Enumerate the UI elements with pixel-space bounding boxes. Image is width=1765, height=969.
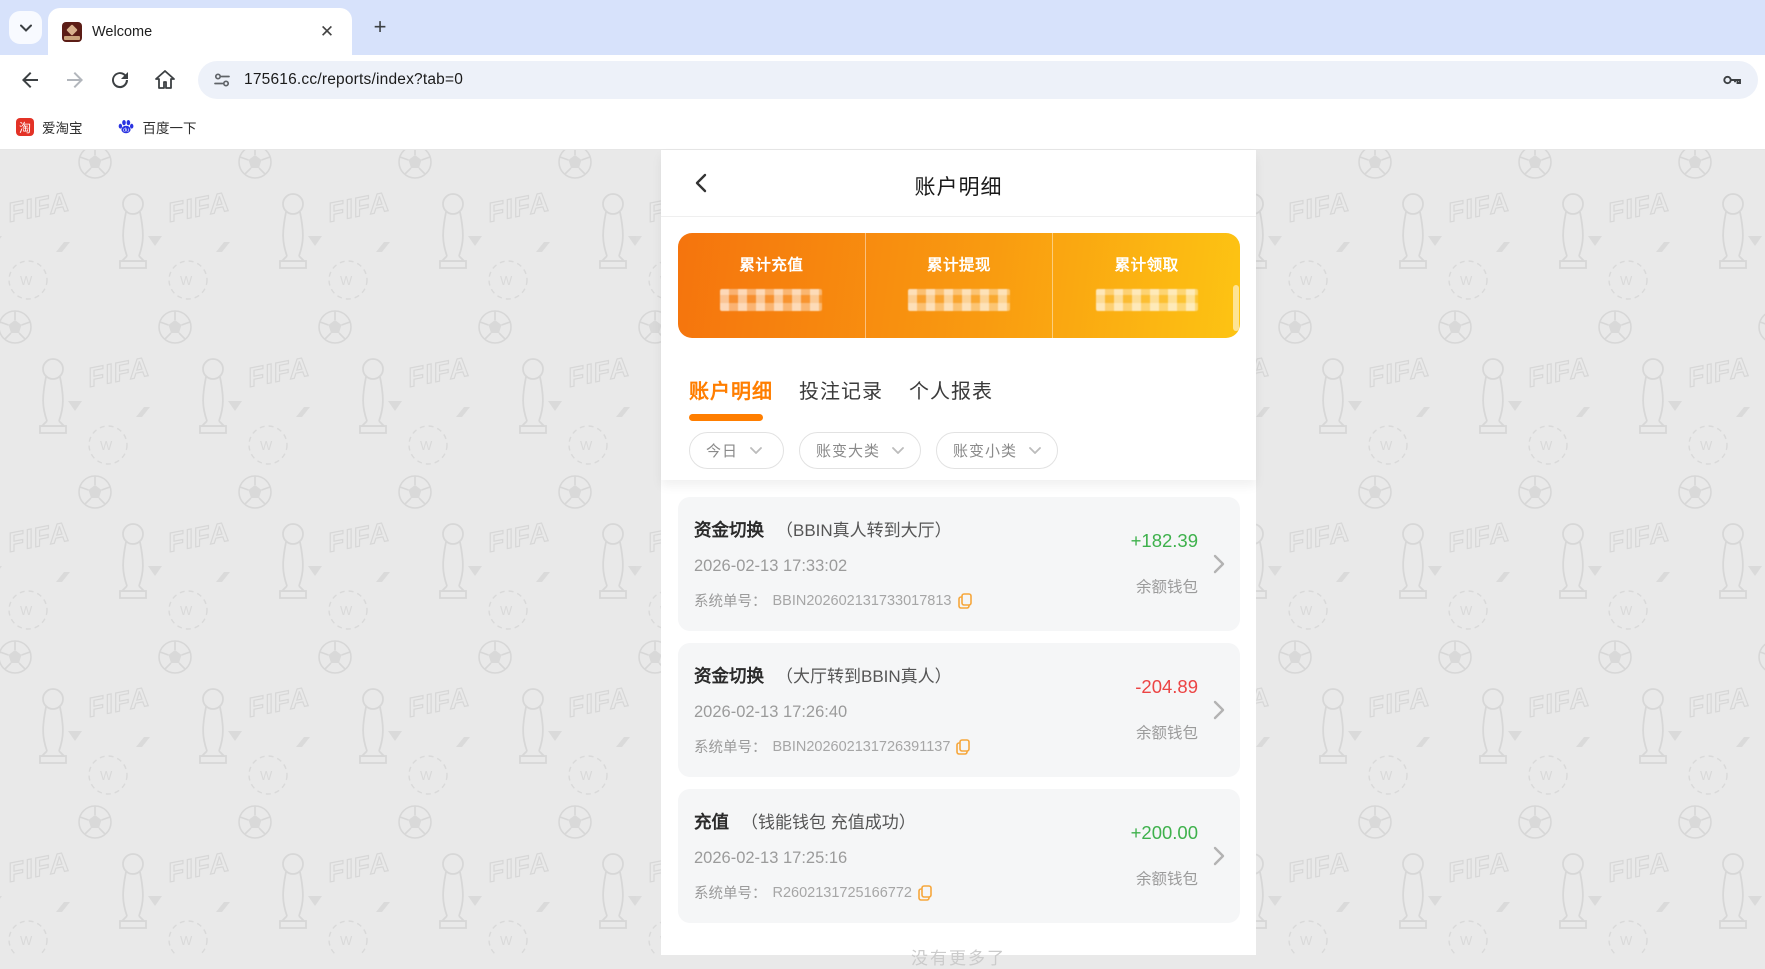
txn-order-label: 系统单号： xyxy=(694,590,767,611)
txn-order-number: R2602131725166772 xyxy=(773,885,913,901)
filter-label: 账变大类 xyxy=(816,440,880,461)
transaction-row[interactable]: 资金切换 （BBIN真人转到大厅） 2026-02-13 17:33:02 系统… xyxy=(678,497,1240,631)
total-deposit-label: 累计充值 xyxy=(678,253,865,275)
transaction-row[interactable]: 资金切换 （大厅转到BBIN真人） 2026-02-13 17:26:40 系统… xyxy=(678,643,1240,777)
bookmark-label: 爱淘宝 xyxy=(42,117,83,137)
txn-datetime: 2026-02-13 17:25:16 xyxy=(694,849,1078,868)
chevron-right-icon[interactable] xyxy=(1212,845,1226,867)
chevron-down-icon xyxy=(892,447,904,454)
sticky-header-section: 账户明细 累计充值 累计提现 累计领取 账户明细 投注记录 个人报表 xyxy=(661,150,1256,480)
filter-label: 账变小类 xyxy=(953,440,1017,461)
url-text[interactable]: 175616.cc/reports/index?tab=0 xyxy=(244,71,1720,89)
filter-minor-category[interactable]: 账变小类 xyxy=(936,432,1058,469)
refresh-icon[interactable] xyxy=(108,68,132,92)
account-detail-panel: 账户明细 累计充值 累计提现 累计领取 账户明细 投注记录 个人报表 xyxy=(661,150,1256,955)
bookmark-aitaobao[interactable]: 淘 爱淘宝 xyxy=(16,117,83,137)
forward-icon[interactable] xyxy=(63,68,87,92)
filter-date[interactable]: 今日 xyxy=(689,432,784,469)
txn-wallet: 余额钱包 xyxy=(1078,721,1198,743)
summary-totals-card[interactable]: 累计充值 累计提现 累计领取 xyxy=(678,233,1240,338)
svg-text:du: du xyxy=(122,128,128,134)
txn-note: （BBIN真人转到大厅） xyxy=(776,516,952,541)
home-icon[interactable] xyxy=(153,68,177,92)
copy-icon[interactable] xyxy=(956,739,970,755)
report-tabs: 账户明细 投注记录 个人报表 xyxy=(689,375,993,404)
filter-major-category[interactable]: 账变大类 xyxy=(799,432,921,469)
tab-title: Welcome xyxy=(92,24,316,40)
txn-wallet: 余额钱包 xyxy=(1078,867,1198,889)
bookmark-label: 百度一下 xyxy=(143,117,197,137)
redacted-value xyxy=(720,289,822,311)
site-settings-icon[interactable] xyxy=(212,70,232,90)
bookmarks-bar: 淘 爱淘宝 du 百度一下 xyxy=(0,105,1765,150)
bookmark-baidu[interactable]: du 百度一下 xyxy=(117,117,197,137)
txn-note: （钱能钱包 充值成功） xyxy=(741,808,916,833)
txn-amount: -204.89 xyxy=(1078,676,1198,698)
taobao-icon: 淘 xyxy=(16,118,34,136)
list-end-text: 没有更多了 xyxy=(661,944,1256,969)
txn-order-label: 系统单号： xyxy=(694,736,767,757)
txn-order-number: BBIN202602131726391137 xyxy=(773,739,951,755)
browser-tab-welcome[interactable]: Welcome ✕ xyxy=(48,8,352,55)
card-scroll-indicator xyxy=(1233,285,1239,331)
back-icon[interactable] xyxy=(18,68,42,92)
chevron-right-icon[interactable] xyxy=(1212,699,1226,721)
tab-personal-report[interactable]: 个人报表 xyxy=(909,375,993,404)
txn-note: （大厅转到BBIN真人） xyxy=(776,662,952,687)
tab-search-button[interactable] xyxy=(9,11,42,44)
browser-tab-strip: Welcome ✕ + xyxy=(0,0,1765,55)
txn-type: 资金切换 xyxy=(694,517,764,542)
txn-order-number: BBIN202602131733017813 xyxy=(773,593,952,609)
total-withdraw-label: 累计提现 xyxy=(866,253,1053,275)
active-tab-underline xyxy=(689,414,763,421)
tab-bet-records[interactable]: 投注记录 xyxy=(799,375,883,404)
txn-datetime: 2026-02-13 17:33:02 xyxy=(694,557,1078,576)
new-tab-button[interactable]: + xyxy=(366,14,394,42)
total-claimed-label: 累计领取 xyxy=(1053,253,1240,275)
txn-amount: +200.00 xyxy=(1078,822,1198,844)
txn-wallet: 余额钱包 xyxy=(1078,575,1198,597)
txn-type: 资金切换 xyxy=(694,663,764,688)
filter-row: 今日 账变大类 账变小类 xyxy=(689,432,1058,469)
filter-label: 今日 xyxy=(706,440,738,461)
site-favicon xyxy=(62,22,82,42)
redacted-value xyxy=(1096,289,1198,311)
txn-type: 充值 xyxy=(694,809,729,834)
total-deposit: 累计充值 xyxy=(678,233,865,338)
chevron-down-icon xyxy=(750,447,762,454)
total-withdraw: 累计提现 xyxy=(865,233,1053,338)
app-header: 账户明细 xyxy=(661,150,1256,217)
chevron-right-icon[interactable] xyxy=(1212,553,1226,575)
total-claimed: 累计领取 xyxy=(1052,233,1240,338)
password-key-icon[interactable] xyxy=(1720,68,1744,92)
txn-order-label: 系统单号： xyxy=(694,882,767,903)
baidu-paw-icon: du xyxy=(117,118,135,136)
copy-icon[interactable] xyxy=(958,593,972,609)
chevron-down-icon xyxy=(20,24,32,32)
page-title: 账户明细 xyxy=(661,171,1256,201)
redacted-value xyxy=(908,289,1010,311)
chevron-down-icon xyxy=(1029,447,1041,454)
copy-icon[interactable] xyxy=(918,885,932,901)
tab-close-icon[interactable]: ✕ xyxy=(316,21,338,43)
transaction-row[interactable]: 充值 （钱能钱包 充值成功） 2026-02-13 17:25:16 系统单号：… xyxy=(678,789,1240,923)
txn-amount: +182.39 xyxy=(1078,530,1198,552)
url-bar[interactable]: 175616.cc/reports/index?tab=0 xyxy=(198,61,1758,99)
txn-datetime: 2026-02-13 17:26:40 xyxy=(694,703,1078,722)
tab-account-detail[interactable]: 账户明细 xyxy=(689,375,773,404)
browser-toolbar: 175616.cc/reports/index?tab=0 xyxy=(0,55,1765,105)
